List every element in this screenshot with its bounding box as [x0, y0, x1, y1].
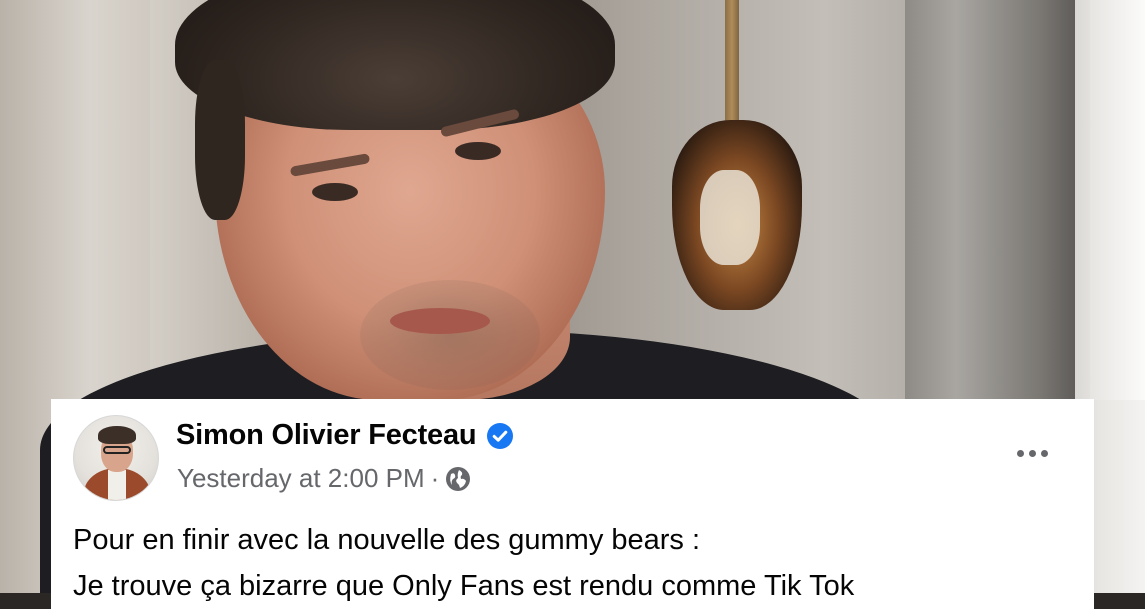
post-body-text: Pour en finir avec la nouvelle des gummy…	[73, 517, 1074, 609]
more-options-icon[interactable]	[1010, 439, 1054, 467]
post-paragraph-2: Je trouve ça bizarre que Only Fans est r…	[73, 570, 855, 602]
post-timestamp-link[interactable]: Yesterday at 2:00 PM	[177, 463, 425, 494]
meta-separator: ·	[430, 463, 440, 493]
post-meta-row: Yesterday at 2:00 PM ·	[177, 463, 471, 494]
facebook-post-card: Simon Olivier Fecteau Yesterday at 2:00 …	[51, 399, 1094, 609]
verified-badge-icon	[487, 422, 514, 449]
globe-icon[interactable]	[445, 466, 471, 492]
post-paragraph-1: Pour en finir avec la nouvelle des gummy…	[73, 524, 701, 556]
author-name-link[interactable]: Simon Olivier Fecteau	[176, 419, 477, 452]
author-avatar[interactable]	[73, 415, 159, 501]
post-header-name-row: Simon Olivier Fecteau	[176, 419, 514, 452]
